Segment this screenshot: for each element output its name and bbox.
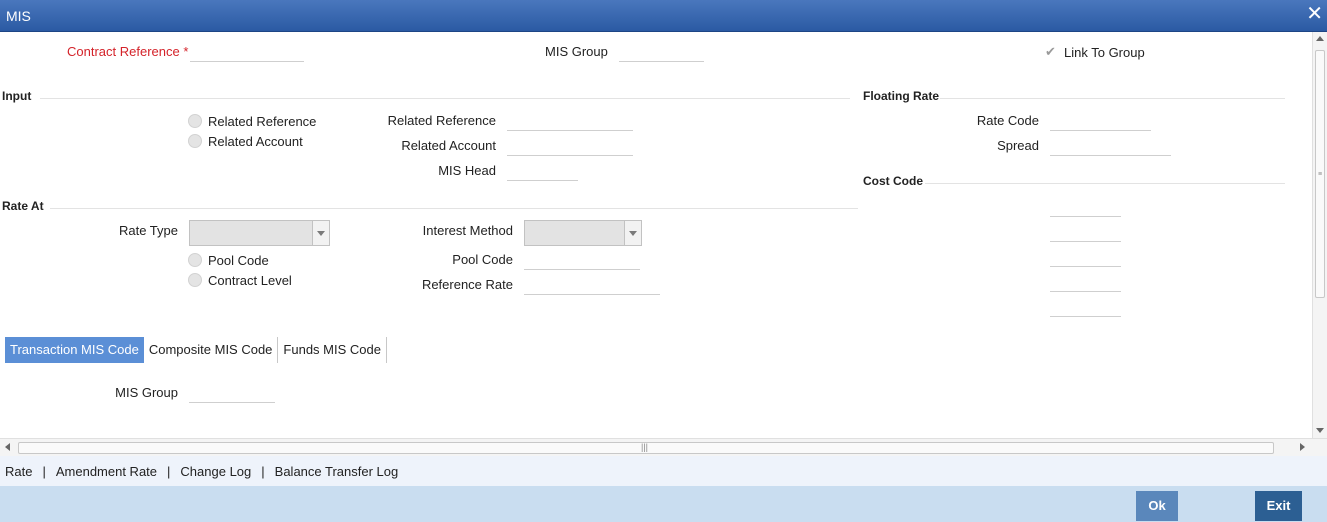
cost-code-input-2[interactable] [1050, 220, 1121, 242]
contract-level-radio[interactable] [188, 273, 202, 287]
vertical-scrollbar[interactable]: ≡ [1312, 32, 1327, 438]
grip-icon: ≡ [1318, 171, 1323, 178]
vertical-scroll-thumb[interactable]: ≡ [1315, 50, 1325, 298]
related-reference-label: Related Reference [387, 113, 496, 128]
horizontal-scrollbar[interactable]: ||| [0, 438, 1327, 456]
scroll-down-icon[interactable] [1316, 428, 1324, 433]
link-to-group-label: Link To Group [1064, 45, 1145, 60]
cost-code-input-3[interactable] [1050, 245, 1121, 267]
window-title: MIS [6, 8, 31, 24]
related-account-radio-label: Related Account [208, 134, 303, 149]
balance-transfer-log-link[interactable]: Balance Transfer Log [275, 464, 399, 479]
mis-head-label: MIS Head [438, 163, 496, 178]
rate-at-divider [50, 208, 858, 209]
interest-method-label: Interest Method [422, 223, 513, 238]
related-reference-radio[interactable] [188, 114, 202, 128]
related-reference-input[interactable] [507, 109, 633, 131]
scroll-right-icon[interactable] [1300, 443, 1305, 451]
tab-funds-mis-code[interactable]: Funds MIS Code [278, 337, 386, 363]
window-titlebar: MIS ✕ [0, 0, 1327, 32]
contract-reference-input[interactable] [190, 40, 304, 62]
rate-code-label: Rate Code [976, 113, 1039, 128]
tab-composite-mis-code[interactable]: Composite MIS Code [144, 337, 278, 363]
scroll-up-icon[interactable] [1316, 36, 1324, 41]
bottom-links-bar: Rate | Amendment Rate | Change Log | Bal… [0, 456, 1327, 486]
reference-rate-label: Reference Rate [421, 277, 513, 292]
horizontal-scroll-thumb[interactable]: ||| [18, 442, 1274, 454]
close-icon[interactable]: ✕ [1306, 4, 1323, 24]
input-section-title: Input [2, 89, 32, 103]
related-reference-radio-label: Related Reference [208, 114, 317, 129]
floating-rate-section-title: Floating Rate [863, 89, 940, 103]
spread-label: Spread [997, 138, 1039, 153]
mis-group-input[interactable] [619, 40, 704, 62]
link-separator: | [167, 464, 171, 479]
amendment-rate-link[interactable]: Amendment Rate [56, 464, 157, 479]
pool-code-label: Pool Code [452, 252, 513, 267]
link-to-group-checkbox[interactable]: ✔ [1045, 45, 1059, 59]
ok-button[interactable]: Ok [1136, 491, 1178, 521]
bottom-links: Rate | Amendment Rate | Change Log | Bal… [5, 464, 398, 479]
rate-link[interactable]: Rate [5, 464, 32, 479]
input-section-divider [40, 98, 850, 99]
tab-mis-group-input[interactable] [189, 381, 275, 403]
cost-code-input-1[interactable] [1050, 195, 1121, 217]
related-account-label: Related Account [401, 138, 496, 153]
link-separator: | [42, 464, 46, 479]
change-log-link[interactable]: Change Log [180, 464, 251, 479]
link-separator: | [261, 464, 265, 479]
pool-code-radio[interactable] [188, 253, 202, 267]
rate-code-input[interactable] [1050, 109, 1151, 131]
chevron-down-icon[interactable] [312, 221, 329, 245]
tab-mis-group-label: MIS Group [115, 385, 178, 400]
chevron-down-icon[interactable] [624, 221, 641, 245]
exit-button[interactable]: Exit [1255, 491, 1302, 521]
scroll-left-icon[interactable] [5, 443, 10, 451]
pool-code-radio-label: Pool Code [208, 253, 269, 268]
rate-at-section-title: Rate At [2, 199, 44, 213]
cost-code-section-title: Cost Code [863, 174, 923, 188]
rate-type-select[interactable] [189, 220, 330, 246]
mis-head-input[interactable] [507, 159, 578, 181]
cost-code-input-5[interactable] [1050, 295, 1121, 317]
interest-method-select[interactable] [524, 220, 642, 246]
tab-transaction-mis-code[interactable]: Transaction MIS Code [5, 337, 144, 363]
floating-rate-divider [940, 98, 1285, 99]
contract-level-radio-label: Contract Level [208, 273, 292, 288]
mis-code-tabs: Transaction MIS Code Composite MIS Code … [5, 337, 387, 363]
related-account-radio[interactable] [188, 134, 202, 148]
reference-rate-input[interactable] [524, 273, 660, 295]
pool-code-input[interactable] [524, 248, 640, 270]
mis-group-label: MIS Group [545, 44, 608, 59]
spread-input[interactable] [1050, 134, 1171, 156]
cost-code-divider [925, 183, 1285, 184]
contract-reference-label: Contract Reference * [67, 44, 189, 59]
related-account-input[interactable] [507, 134, 633, 156]
cost-code-input-4[interactable] [1050, 270, 1121, 292]
rate-type-label: Rate Type [118, 223, 178, 238]
tab-divider [385, 337, 387, 363]
footer-bar: Ok Exit [0, 486, 1327, 522]
grip-icon: ||| [641, 442, 649, 452]
